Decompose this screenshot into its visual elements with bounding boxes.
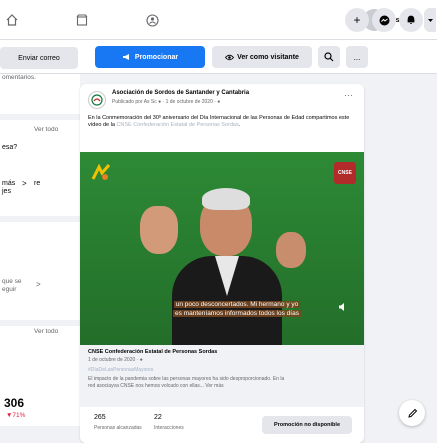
left-card-2: Ver todo esa? más > re jes bbox=[0, 120, 80, 216]
left-card-4: Ver todo 306 ▼71% bbox=[0, 326, 80, 426]
left-card-1: omentarios. bbox=[0, 74, 80, 114]
shared-post-body: El impacto de la pandemia sobre las pers… bbox=[88, 376, 285, 389]
interactions-value: 22 bbox=[154, 414, 162, 421]
post-options-icon[interactable]: ··· bbox=[344, 90, 353, 100]
megaphone-icon bbox=[122, 54, 129, 60]
cnse-logo-icon: CNSE bbox=[334, 162, 356, 184]
shared-post-title[interactable]: CNSE Confederación Estatal de Personas S… bbox=[88, 349, 217, 355]
post-body-link[interactable]: CNSE Confederación Estatal de Personas S… bbox=[116, 122, 238, 128]
post-card: Asociación de Sordos de Santander y Cant… bbox=[80, 84, 364, 443]
see-all-link[interactable]: Ver todo bbox=[34, 328, 58, 335]
video-caption-line: es manteníamos informados todos los días bbox=[173, 310, 301, 317]
left-column: omentarios. Ver todo esa? más > re jes q… bbox=[0, 74, 80, 443]
left-text-fragment: jes bbox=[2, 188, 11, 195]
view-as-visitor-button[interactable]: Ver como visitante bbox=[212, 46, 312, 68]
post-body-end: . bbox=[238, 122, 241, 128]
page-avatar[interactable] bbox=[88, 91, 106, 109]
left-text-fragment: más bbox=[2, 180, 16, 187]
post-body: En la Conmemoración del 30º aniversario … bbox=[88, 115, 356, 129]
shared-post-info[interactable]: CNSE Confederación Estatal de Personas S… bbox=[80, 345, 364, 407]
chevron-right-icon[interactable]: > bbox=[36, 280, 41, 289]
home-icon[interactable] bbox=[2, 10, 22, 30]
post-meta: Publicado por As Sc ● · 1 de octubre de … bbox=[112, 99, 221, 105]
video-caption-line: un poco desconcertados. Mi hermano y yo bbox=[173, 301, 301, 308]
volume-icon[interactable] bbox=[338, 302, 348, 315]
send-email-button[interactable]: Enviar correo bbox=[0, 47, 78, 69]
shared-post-hashtag[interactable]: #DíaDeLasPersonasMayores bbox=[88, 367, 153, 373]
video-person-hand bbox=[140, 206, 178, 254]
left-text-fragment: que se bbox=[2, 278, 22, 285]
interactions-label: Interacciones bbox=[154, 425, 184, 431]
see-all-link[interactable]: Ver todo bbox=[34, 126, 58, 133]
store-icon[interactable] bbox=[72, 10, 92, 30]
left-text-fragment: eguir bbox=[2, 286, 17, 293]
compose-edit-icon[interactable] bbox=[399, 400, 425, 426]
asociacion-logo-icon bbox=[91, 94, 103, 106]
post-author[interactable]: Asociación de Sordos de Santander y Cant… bbox=[112, 90, 249, 96]
video-player[interactable]: CNSE un poco desconcertados. Mi hermano … bbox=[80, 152, 364, 345]
notifications-icon[interactable] bbox=[399, 8, 423, 32]
video-person-hair bbox=[202, 188, 250, 210]
left-text-fragment: esa? bbox=[2, 144, 18, 151]
more-options-button[interactable]: ... bbox=[346, 46, 368, 68]
stat-change: ▼71% bbox=[6, 412, 26, 419]
view-as-visitor-label: Ver como visitante bbox=[237, 53, 299, 61]
left-text-fragment: omentarios. bbox=[2, 74, 36, 81]
promotion-unavailable-button[interactable]: Promoción no disponible bbox=[262, 416, 352, 434]
chevron-right-icon[interactable]: > bbox=[22, 179, 27, 188]
shared-post-meta: 1 de octubre de 2020 · ● bbox=[88, 357, 143, 363]
promote-button[interactable]: Promocionar bbox=[95, 46, 205, 68]
messenger-icon[interactable] bbox=[372, 8, 396, 32]
plus-icon[interactable]: + bbox=[345, 8, 369, 32]
groups-icon[interactable] bbox=[142, 10, 162, 30]
reach-label: Personas alcanzadas bbox=[94, 425, 142, 431]
left-card-3: que se eguir > bbox=[0, 222, 80, 320]
stat-big-number: 306 bbox=[4, 396, 25, 410]
sign-language-logo-icon bbox=[88, 160, 114, 186]
search-icon[interactable] bbox=[318, 46, 340, 68]
video-person-hand bbox=[276, 232, 306, 268]
promote-label: Promocionar bbox=[134, 53, 179, 61]
dropdown-icon[interactable] bbox=[424, 8, 436, 32]
video-caption: un poco desconcertados. Mi hermano y yo … bbox=[156, 300, 318, 318]
eye-icon bbox=[225, 54, 235, 60]
left-text-fragment-re: re bbox=[34, 180, 41, 187]
post-stats: 265 Personas alcanzadas 22 Interacciones… bbox=[80, 407, 364, 443]
page-action-bar: Enviar correo Promocionar Ver como visit… bbox=[0, 40, 437, 74]
reach-value: 265 bbox=[94, 414, 106, 421]
